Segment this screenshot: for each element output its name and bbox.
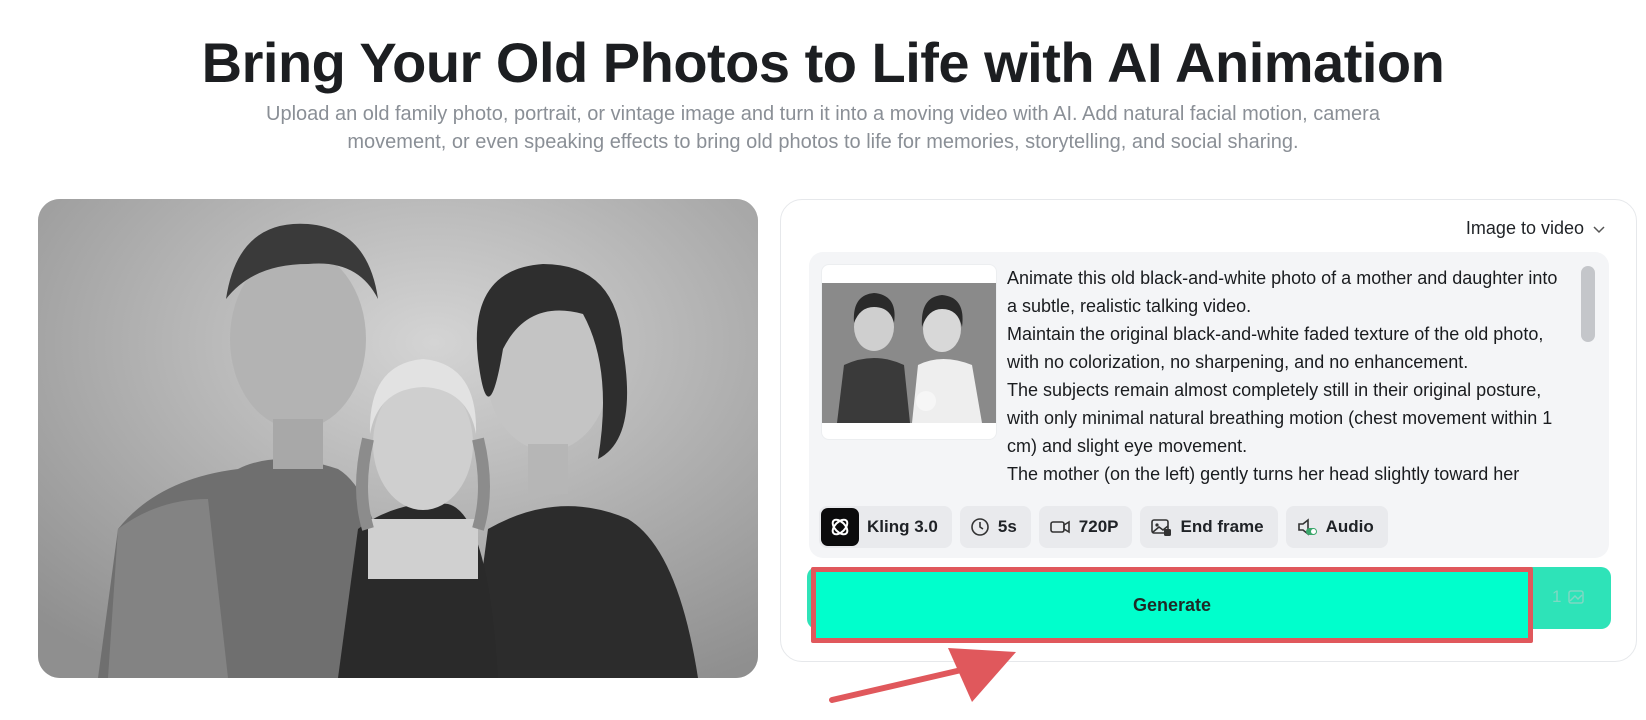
chevron-down-icon bbox=[1593, 225, 1605, 233]
page-subtitle: Upload an old family photo, portrait, or… bbox=[266, 103, 1380, 153]
end-frame-button[interactable]: End frame bbox=[1140, 506, 1278, 548]
settings-chips: Kling 3.0 5s 720P End frame Audio bbox=[819, 506, 1388, 548]
audio-toggle-icon bbox=[1297, 518, 1317, 536]
prompt-textarea[interactable]: Animate this old black-and-white photo o… bbox=[1007, 264, 1569, 496]
clock-icon bbox=[971, 518, 989, 536]
generate-area: Generate 1 bbox=[807, 567, 1637, 643]
prompt-paragraph: The mother (on the left) gently turns he… bbox=[1007, 464, 1520, 484]
prompt-paragraph: The subjects remain almost completely st… bbox=[1007, 380, 1553, 456]
credit-count: 1 bbox=[1552, 587, 1562, 606]
image-frame-icon bbox=[1151, 519, 1172, 536]
prompt-paragraph: Maintain the original black-and-white fa… bbox=[1007, 324, 1544, 372]
kling-logo-icon bbox=[821, 508, 859, 546]
end-frame-label: End frame bbox=[1180, 517, 1264, 536]
page-title: Bring Your Old Photos to Life with AI An… bbox=[201, 31, 1445, 94]
credit-cost: 1 bbox=[1552, 587, 1585, 607]
uploaded-image-thumbnail[interactable] bbox=[821, 264, 997, 440]
video-camera-icon bbox=[1049, 520, 1070, 534]
audio-label: Audio bbox=[1325, 517, 1374, 536]
annotation-arrow bbox=[829, 648, 1016, 703]
prompt-paragraph: Animate this old black-and-white photo o… bbox=[1007, 268, 1558, 316]
prompt-scrollbar[interactable] bbox=[1581, 266, 1595, 342]
model-label: Kling 3.0 bbox=[867, 517, 938, 536]
duration-label: 5s bbox=[997, 517, 1017, 536]
mode-dropdown-label: Image to video bbox=[1465, 218, 1584, 238]
resolution-label: 720P bbox=[1078, 517, 1119, 536]
audio-toggle[interactable]: Audio bbox=[1285, 506, 1388, 548]
credit-icon bbox=[1568, 590, 1585, 604]
generator-panel: Image to video Animate this old black-an… bbox=[780, 199, 1637, 662]
model-selector[interactable]: Kling 3.0 bbox=[819, 506, 952, 548]
resolution-selector[interactable]: 720P bbox=[1038, 506, 1133, 548]
generate-label: Generate bbox=[1132, 594, 1212, 615]
sample-family-photo bbox=[38, 199, 758, 678]
duration-selector[interactable]: 5s bbox=[959, 506, 1031, 548]
prompt-editor: Animate this old black-and-white photo o… bbox=[809, 252, 1609, 558]
generate-button[interactable]: Generate bbox=[811, 567, 1533, 643]
mode-dropdown[interactable]: Image to video bbox=[1466, 218, 1606, 239]
